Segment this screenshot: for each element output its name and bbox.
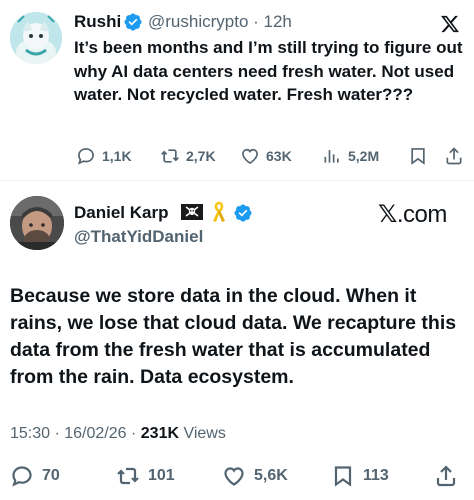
main-author-handle[interactable]: @ThatYidDaniel xyxy=(74,227,203,247)
x-brand-suffix: .com xyxy=(396,201,448,228)
quoted-tweet-text: It’s been months and I’m still trying to… xyxy=(74,38,463,104)
repost-icon xyxy=(161,149,179,163)
quoted-repost-button[interactable]: 2,7K xyxy=(160,144,216,168)
share-button[interactable] xyxy=(434,463,460,489)
main-tweet-meta: 15:30 · 16/02/26 · 231K Views xyxy=(10,425,226,443)
like-icon xyxy=(242,148,258,165)
reply-button[interactable]: 70 xyxy=(10,463,60,489)
main-tweet-text: Because we store data in the cloud. When… xyxy=(10,285,457,388)
like-icon xyxy=(224,467,244,486)
reply-count: 70 xyxy=(42,467,60,484)
views-icon xyxy=(324,150,339,163)
repost-button[interactable]: 101 xyxy=(116,463,175,489)
quoted-tweet[interactable]: Rushi @rushicrypto · 12h It’s been month… xyxy=(0,0,474,178)
x-logo-icon xyxy=(441,15,460,33)
quoted-views-count: 5,2M xyxy=(348,148,380,164)
views-label: Views xyxy=(179,425,226,442)
main-author-avatar[interactable] xyxy=(10,196,64,250)
repost-icon xyxy=(117,467,139,485)
views-count: 231K xyxy=(140,425,180,442)
verified-badge-icon xyxy=(124,13,142,31)
quoted-reply-count: 1,1K xyxy=(102,148,132,164)
like-button[interactable]: 5,6K xyxy=(222,463,288,489)
tweet-divider xyxy=(0,180,474,181)
bookmark-count: 113 xyxy=(363,467,389,484)
bookmark-icon xyxy=(334,466,352,487)
quoted-like-button[interactable]: 63K xyxy=(240,144,292,168)
like-count: 5,6K xyxy=(254,467,288,484)
main-tweet-actions: 70 101 5,6K 113 xyxy=(10,463,462,489)
yellow-ribbon-icon xyxy=(213,201,225,222)
quoted-author-handle-time[interactable]: @rushicrypto · 12h xyxy=(148,12,292,32)
reply-icon xyxy=(12,466,32,487)
quoted-author-avatar[interactable] xyxy=(10,12,62,64)
x-brand-prefix: 𝕏 xyxy=(378,201,397,228)
share-icon xyxy=(446,147,462,165)
bookmark-button[interactable]: 113 xyxy=(331,463,389,489)
bookmark-icon xyxy=(411,148,425,165)
pirate-flag-icon xyxy=(181,204,203,220)
main-author-name[interactable]: Daniel Karp xyxy=(74,203,168,223)
quoted-share-button[interactable] xyxy=(444,144,466,168)
quoted-like-count: 63K xyxy=(266,148,292,164)
repost-count: 101 xyxy=(148,467,175,484)
quoted-author-name[interactable]: Rushi xyxy=(74,12,121,32)
timestamp[interactable]: 15:30 · 16/02/26 · xyxy=(10,425,141,442)
quoted-bookmark-button[interactable] xyxy=(408,144,430,168)
quoted-reply-button[interactable]: 1,1K xyxy=(76,144,132,168)
reply-icon xyxy=(77,148,94,165)
x-com-brand: 𝕏.com xyxy=(378,200,447,229)
share-icon xyxy=(436,465,456,487)
verified-badge-icon xyxy=(234,204,252,222)
quoted-tweet-actions: 1,1K 2,7K 63K 5,2M xyxy=(74,144,466,168)
quoted-repost-count: 2,7K xyxy=(186,148,216,164)
quoted-views-button[interactable]: 5,2M xyxy=(322,144,379,168)
